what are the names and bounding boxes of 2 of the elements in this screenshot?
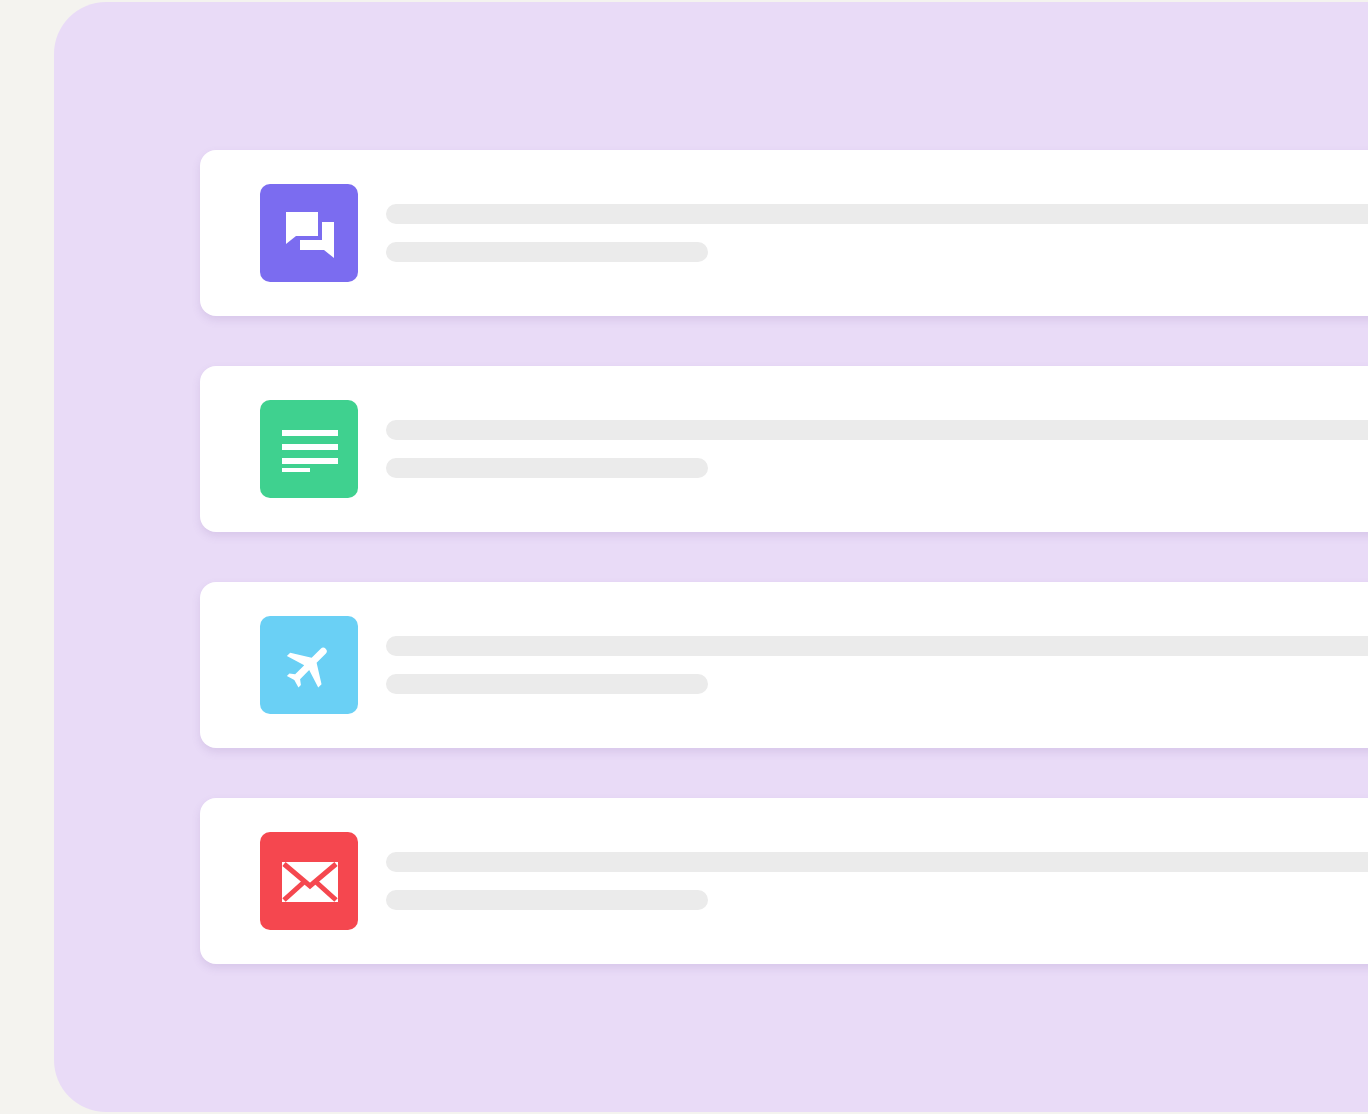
mail-icon xyxy=(279,857,339,905)
lines-icon xyxy=(279,425,339,473)
